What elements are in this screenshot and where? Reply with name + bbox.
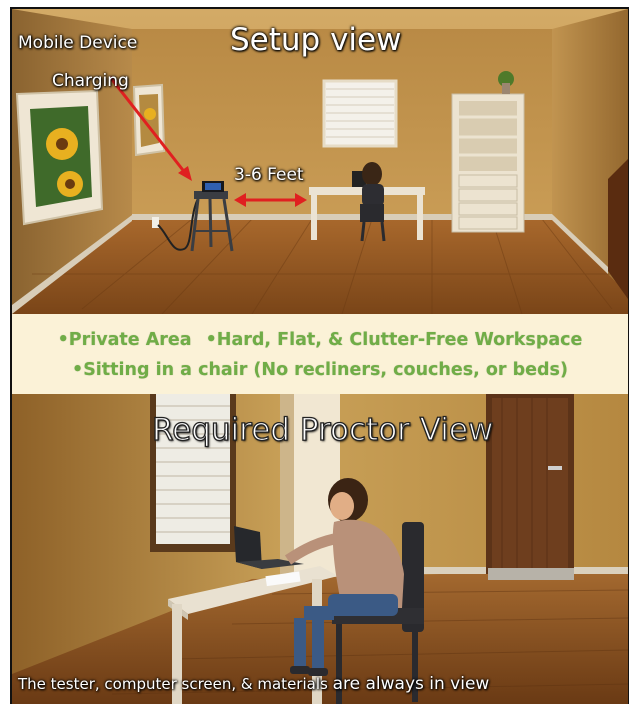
requirement-chair: Sitting in a chair (No recliners, couche… — [83, 360, 568, 380]
requirement-private-area: Private Area — [68, 330, 192, 350]
bullet-icon: • — [72, 360, 84, 380]
requirements-band: •Private Area •Hard, Flat, & Clutter-Free… — [12, 314, 628, 394]
distance-label: 3-6 Feet — [234, 165, 304, 185]
bullet-icon: • — [205, 330, 217, 350]
requirements-line-1: •Private Area •Hard, Flat, & Clutter-Free… — [58, 325, 583, 355]
requirements-line-2: •Sitting in a chair (No recliners, couch… — [72, 355, 568, 385]
bullet-icon: • — [57, 330, 69, 350]
setup-view-title: Setup view — [230, 22, 402, 58]
proctor-view-title: Required Proctor View — [151, 411, 494, 448]
caption-part-1: The tester, computer screen, & materials — [18, 675, 328, 693]
proctor-view-caption: The tester, computer screen, & materials… — [18, 674, 489, 694]
requirement-workspace: Hard, Flat, & Clutter-Free Workspace — [216, 330, 583, 350]
proctor-view-panel: Required Proctor View The tester, comput… — [12, 394, 628, 704]
caption-part-2: are always in view — [332, 674, 490, 694]
mobile-device-label: Mobile Device — [18, 33, 138, 53]
charging-label: Charging — [52, 71, 129, 91]
setup-view-panel: Setup view Mobile Device Charging 3-6 Fe… — [12, 9, 628, 314]
